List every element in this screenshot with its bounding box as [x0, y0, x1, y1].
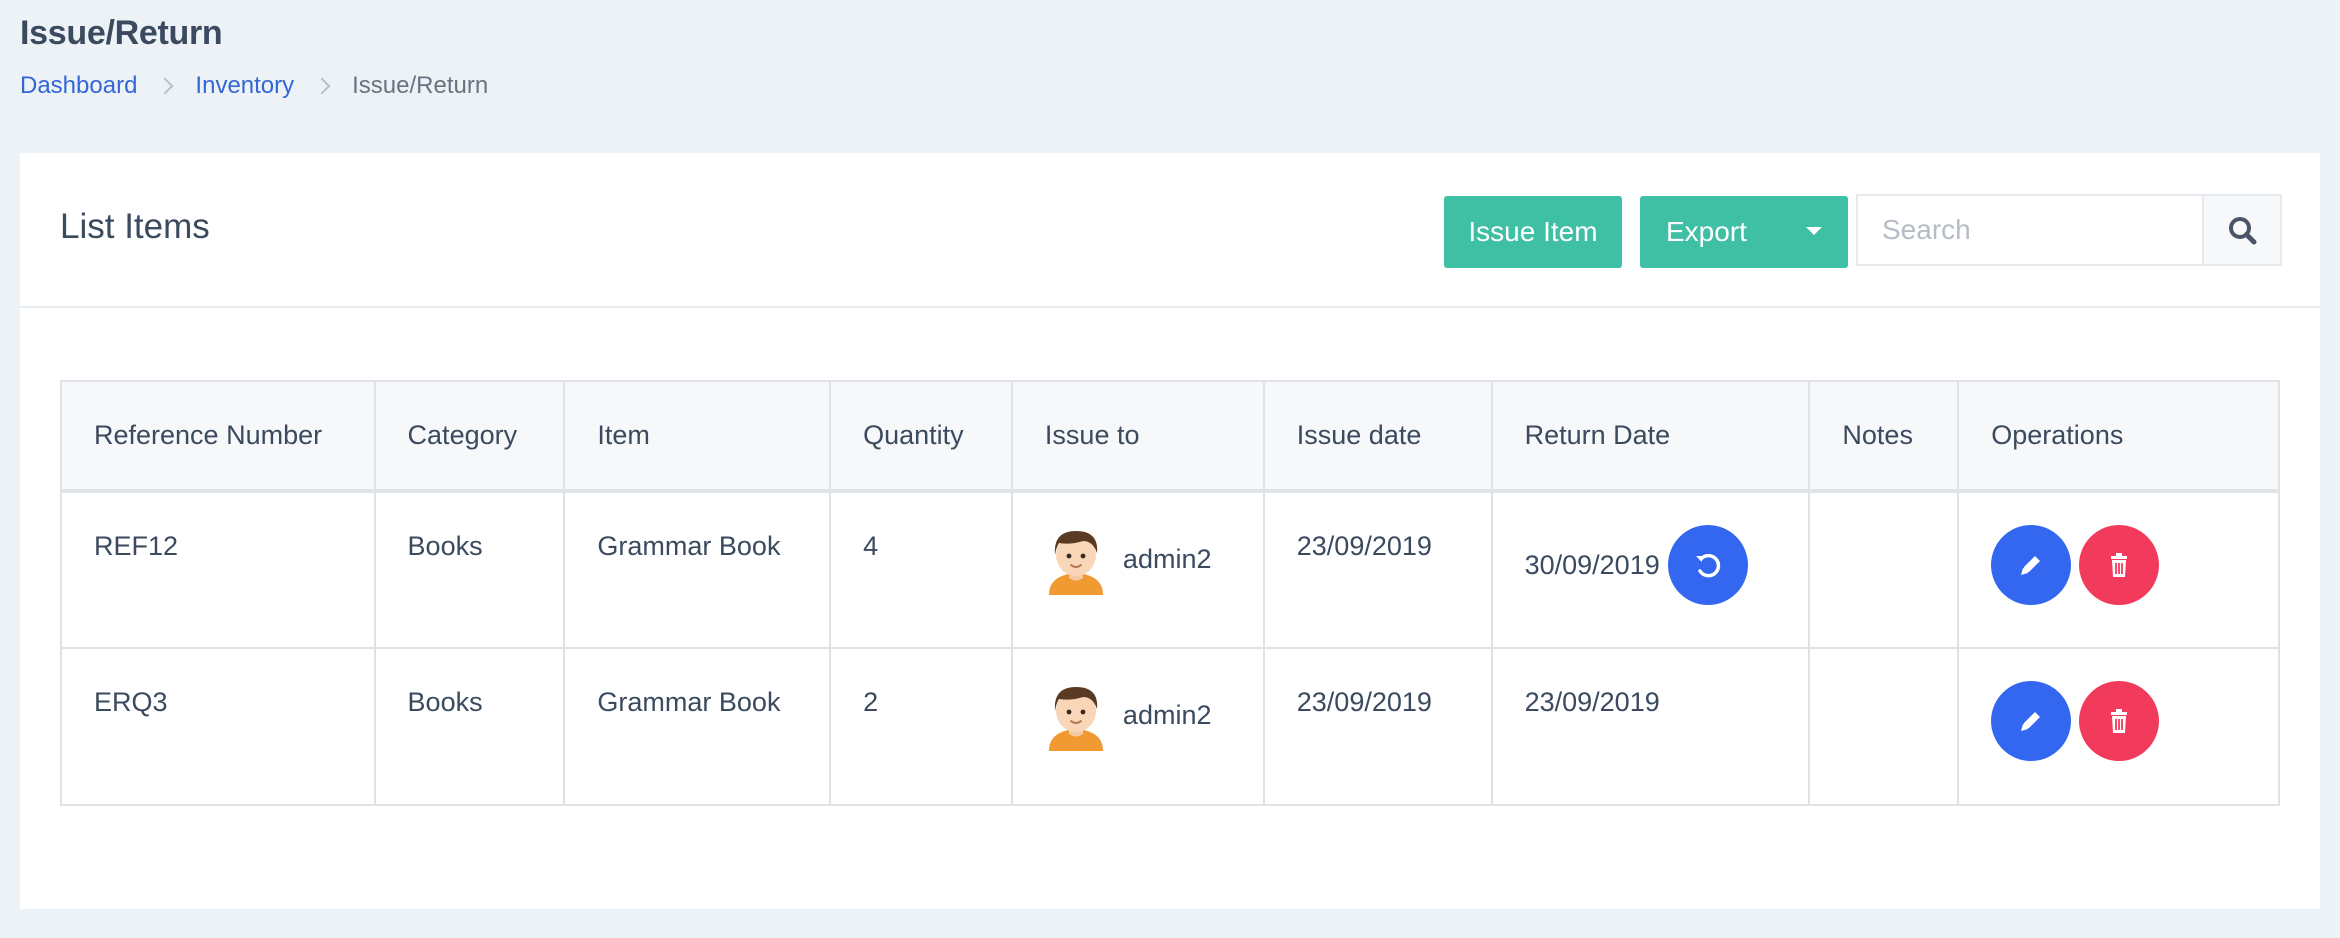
- column-header-notes[interactable]: Notes: [1808, 380, 1960, 493]
- delete-button[interactable]: [2079, 681, 2160, 761]
- column-header-issue-to[interactable]: Issue to: [1010, 380, 1265, 493]
- trash-icon: [2111, 709, 2128, 733]
- search-input[interactable]: [1856, 194, 2204, 266]
- user-info: admin2: [1045, 679, 1263, 751]
- return-date-wrap: 30/09/2019: [1525, 525, 1809, 605]
- pencil-icon: [2021, 712, 2041, 731]
- cell-item: Grammar Book: [563, 490, 832, 649]
- table-header-row: Reference Number Category Item Quantity …: [60, 380, 2280, 493]
- cell-reference: REF12: [60, 490, 376, 649]
- user-avatar-icon: [1048, 531, 1103, 595]
- breadcrumb-current: Issue/Return: [352, 72, 489, 99]
- edit-button[interactable]: [1991, 525, 2072, 605]
- search-icon: [2229, 217, 2257, 245]
- user-name: admin2: [1122, 699, 1212, 730]
- cell-category: Books: [373, 490, 566, 649]
- row-actions: [1991, 681, 2278, 761]
- column-header-issue-date[interactable]: Issue date: [1262, 380, 1493, 493]
- card-title: List Items: [60, 207, 210, 246]
- table-row: ERQ3 Books Grammar Book 2 admin2 23/09/2…: [60, 647, 2280, 806]
- user-avatar-icon: [1048, 687, 1103, 751]
- issue-item-button[interactable]: Issue Item: [1444, 196, 1622, 268]
- cell-return-date: 30/09/2019: [1490, 490, 1811, 649]
- cell-notes: [1808, 647, 1960, 806]
- page-header: Issue/Return: [20, 14, 223, 53]
- column-header-quantity[interactable]: Quantity: [829, 380, 1013, 493]
- column-header-item[interactable]: Item: [563, 380, 832, 493]
- user-name: admin2: [1122, 543, 1212, 574]
- cell-quantity: 2: [829, 647, 1013, 806]
- list-items-card: List Items Issue Item Export Reference N…: [20, 153, 2320, 909]
- undo-icon: [1695, 553, 1720, 578]
- cell-issue-to: admin2: [1010, 490, 1265, 649]
- export-button[interactable]: Export: [1640, 196, 1848, 268]
- cell-item: Grammar Book: [563, 647, 832, 806]
- page-title: Issue/Return: [20, 14, 223, 52]
- column-header-return-date[interactable]: Return Date: [1490, 380, 1811, 493]
- cell-category: Books: [373, 647, 566, 806]
- breadcrumb-inventory[interactable]: Inventory: [195, 72, 294, 100]
- cell-issue-date: 23/09/2019: [1262, 647, 1493, 806]
- column-header-reference[interactable]: Reference Number: [60, 380, 376, 493]
- chevron-right-icon: [308, 73, 338, 99]
- breadcrumb-dashboard[interactable]: Dashboard: [20, 72, 137, 100]
- export-label: Export: [1666, 216, 1747, 247]
- return-date: 30/09/2019: [1524, 549, 1660, 580]
- trash-icon: [2111, 553, 2128, 577]
- breadcrumb: Dashboard Inventory Issue/Return: [20, 72, 488, 100]
- items-table: Reference Number Category Item Quantity …: [60, 380, 2280, 806]
- cell-operations: [1957, 490, 2280, 649]
- cell-quantity: 4: [829, 490, 1013, 649]
- cell-operations: [1957, 647, 2280, 806]
- user-info: admin2: [1045, 523, 1263, 595]
- cell-issue-to: admin2: [1010, 647, 1265, 806]
- row-actions: [1991, 525, 2278, 605]
- cell-notes: [1808, 490, 1960, 649]
- cell-reference: ERQ3: [60, 647, 376, 806]
- card-header: List Items Issue Item Export: [20, 153, 2320, 308]
- column-header-category[interactable]: Category: [373, 380, 566, 493]
- caret-down-icon[interactable]: [1806, 227, 1822, 235]
- search-button[interactable]: [2202, 194, 2282, 266]
- column-header-operations: Operations: [1957, 380, 2280, 493]
- pencil-icon: [2021, 556, 2041, 575]
- table-row: REF12 Books Grammar Book 4 admin2 23/09/…: [60, 490, 2280, 649]
- cell-return-date: 23/09/2019: [1490, 647, 1811, 806]
- delete-button[interactable]: [2079, 525, 2160, 605]
- return-button[interactable]: [1667, 525, 1748, 605]
- cell-issue-date: 23/09/2019: [1262, 490, 1493, 649]
- chevron-right-icon: [151, 73, 181, 99]
- edit-button[interactable]: [1991, 681, 2072, 761]
